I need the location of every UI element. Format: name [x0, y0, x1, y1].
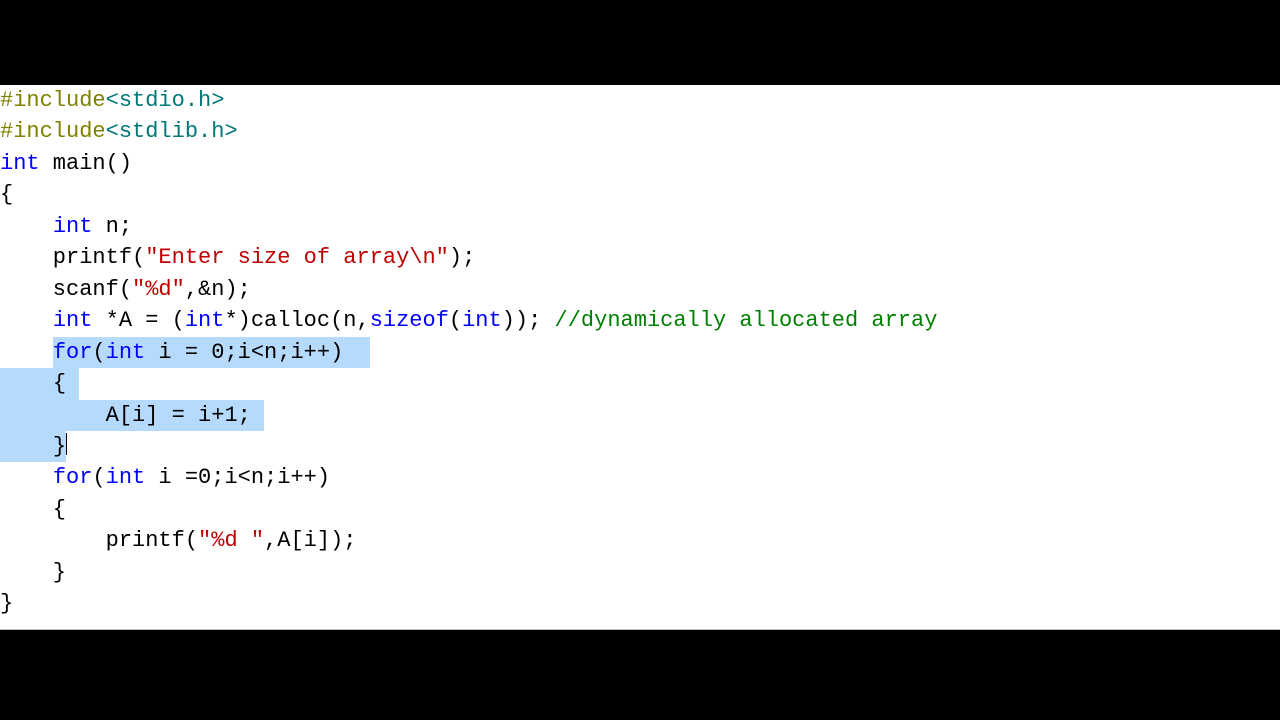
code-line: printf("Enter size of array\n");: [0, 245, 475, 270]
code-line: #include<stdlib.h>: [0, 119, 238, 144]
code-block[interactable]: #include<stdio.h> #include<stdlib.h> int…: [0, 85, 1280, 620]
code-line-selected: for(int i = 0;i<n;i++): [0, 340, 370, 365]
code-line-selected: {: [0, 368, 79, 399]
code-line-selected: }: [0, 434, 67, 459]
code-line: printf("%d ",A[i]);: [0, 528, 356, 553]
code-line: for(int i =0;i<n;i++): [0, 465, 330, 490]
code-line: }: [0, 591, 13, 616]
code-line-selected: A[i] = i+1;: [0, 400, 264, 431]
code-line: int n;: [0, 214, 132, 239]
code-line: #include<stdio.h>: [0, 88, 224, 113]
code-line: }: [0, 560, 66, 585]
code-line: int main(): [0, 151, 132, 176]
code-line: int *A = (int*)calloc(n,sizeof(int)); //…: [0, 308, 937, 333]
text-cursor: [66, 433, 67, 455]
code-editor[interactable]: #include<stdio.h> #include<stdlib.h> int…: [0, 85, 1280, 630]
code-line: scanf("%d",&n);: [0, 277, 251, 302]
code-line: {: [0, 497, 66, 522]
code-line: {: [0, 182, 13, 207]
